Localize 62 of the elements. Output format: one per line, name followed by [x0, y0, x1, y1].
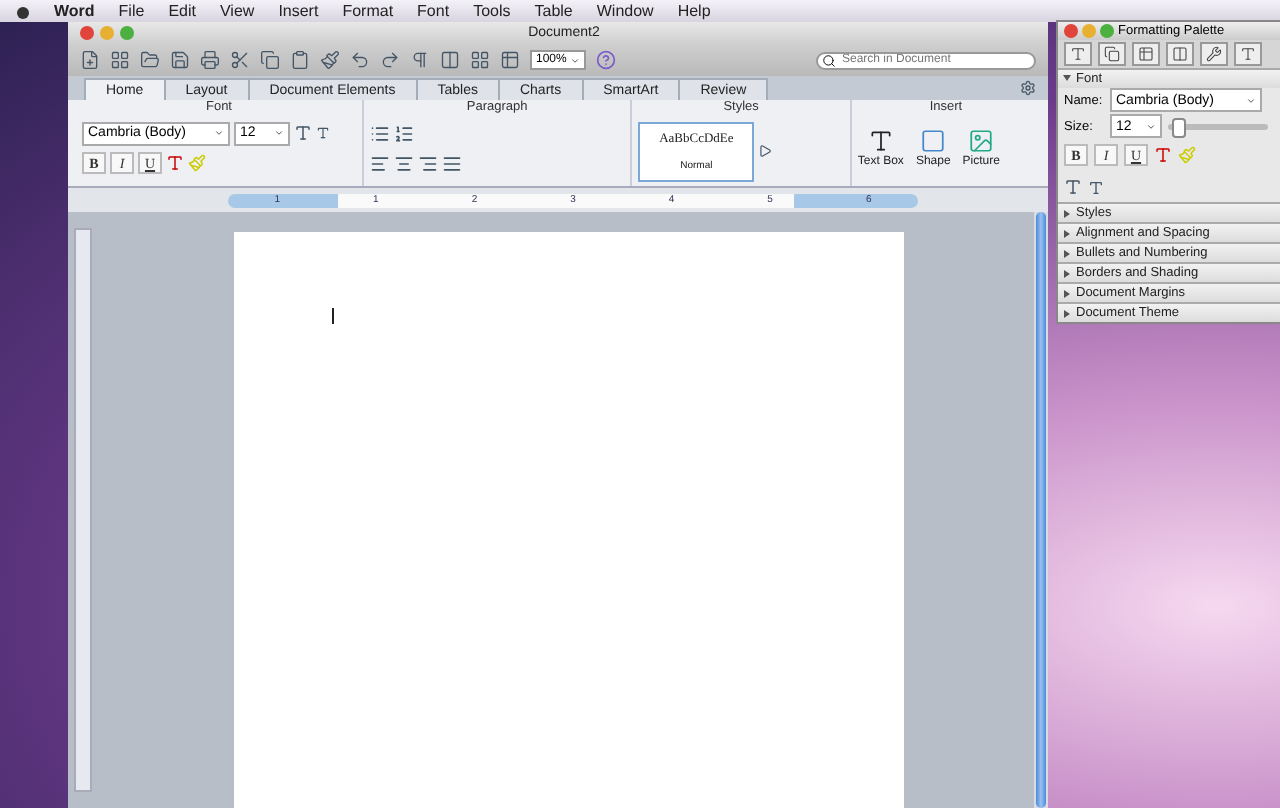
- palette-tool-button[interactable]: [1064, 41, 1092, 66]
- gallery-button[interactable]: [110, 50, 130, 70]
- grow-font-button[interactable]: [294, 124, 312, 142]
- text-box-icon: [867, 128, 894, 154]
- next-style-button[interactable]: [758, 143, 773, 157]
- shrink-font-button[interactable]: [316, 126, 330, 140]
- menu-item[interactable]: Format: [342, 2, 394, 20]
- help-button[interactable]: [596, 50, 617, 70]
- new-document-button[interactable]: [80, 50, 100, 70]
- subscript-button[interactable]: [1088, 179, 1104, 196]
- app-menu[interactable]: Word: [54, 2, 95, 20]
- palette-tool-button[interactable]: [1098, 41, 1126, 66]
- menu-item[interactable]: Window: [596, 2, 654, 20]
- caret-icon: [1246, 95, 1256, 106]
- copy-button[interactable]: [260, 50, 280, 70]
- palette-tool-button[interactable]: [1132, 41, 1160, 66]
- align-center-button[interactable]: [393, 153, 414, 173]
- text-icon: [1070, 45, 1086, 62]
- redo-button[interactable]: [380, 50, 400, 70]
- brush-button[interactable]: [320, 50, 340, 70]
- open-folder-button[interactable]: [140, 50, 160, 70]
- shape-icon: [920, 128, 947, 154]
- menu-item[interactable]: Table: [534, 2, 573, 20]
- table-icon: [1138, 45, 1154, 62]
- paste-button[interactable]: [290, 50, 310, 70]
- caret-icon: [274, 128, 284, 138]
- columns-icon: [1172, 45, 1188, 62]
- pilcrow-button[interactable]: [410, 50, 430, 70]
- align-right-button[interactable]: [417, 153, 438, 173]
- menu-item[interactable]: View: [219, 2, 255, 20]
- caret-icon: [214, 128, 224, 138]
- palette-tool-button[interactable]: [1234, 41, 1262, 66]
- search-icon: [822, 53, 836, 67]
- caret-icon: [1146, 121, 1156, 132]
- save-button[interactable]: [170, 50, 190, 70]
- sidebar-button[interactable]: [440, 50, 460, 70]
- pages-icon: [1104, 45, 1120, 62]
- menu-item[interactable]: File: [118, 2, 145, 20]
- menu-item[interactable]: Help: [677, 2, 711, 20]
- media-browser-button[interactable]: [470, 50, 490, 70]
- menu-item[interactable]: Edit: [168, 2, 196, 20]
- picture-icon: [968, 128, 995, 154]
- menu-item[interactable]: Tools: [473, 2, 511, 20]
- justify-button[interactable]: [441, 153, 462, 173]
- undo-button[interactable]: [350, 50, 370, 70]
- slider-thumb[interactable]: [1172, 117, 1187, 138]
- palette-tool-button[interactable]: [1200, 41, 1228, 66]
- superscript-button[interactable]: [1064, 178, 1082, 197]
- print-button[interactable]: [200, 50, 220, 70]
- text-cursor: [332, 308, 334, 324]
- settings-button[interactable]: [1020, 80, 1036, 96]
- menu-item[interactable]: Font: [417, 2, 450, 20]
- menu-item[interactable]: Insert: [278, 2, 319, 20]
- font-color-button[interactable]: [166, 154, 184, 172]
- scissors-button[interactable]: [230, 50, 250, 70]
- table-button[interactable]: [500, 50, 520, 70]
- font-color-button[interactable]: [1154, 146, 1172, 165]
- text-icon: [1240, 45, 1256, 62]
- wrench-icon: [1206, 45, 1222, 62]
- numbering-button[interactable]: [393, 123, 414, 143]
- align-left-button[interactable]: [369, 153, 390, 173]
- caret-icon: [570, 55, 581, 65]
